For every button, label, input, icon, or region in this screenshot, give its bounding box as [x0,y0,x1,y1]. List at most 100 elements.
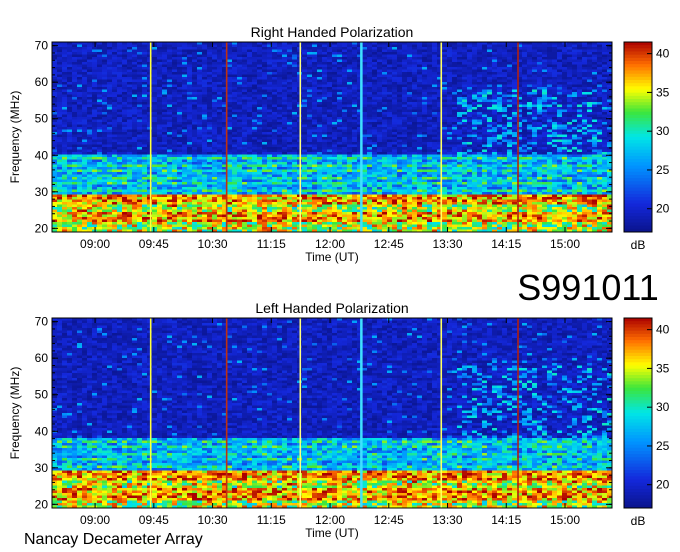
spectrogram-cell [397,89,403,93]
spectrogram-cell [597,72,603,75]
spectrogram-cell [587,102,593,105]
spectrogram-cell [502,94,508,98]
spectrogram-cell [252,142,258,145]
spectrogram-cell [532,127,538,130]
spectrogram-cell [527,82,533,85]
spectrogram-cell [452,49,458,53]
spectrogram-cell [397,149,403,153]
spectrogram-cell [532,62,538,65]
spectrogram-cell [342,89,348,93]
spectrogram-cell [587,67,593,70]
spectrogram-cell [267,79,273,83]
spectrogram-cell [147,84,153,88]
spectrogram-cell [342,64,348,68]
spectrogram-cell [172,142,178,145]
spectrogram-cell [322,102,328,105]
spectrogram-cell [342,142,348,145]
spectrogram-cell [272,109,278,113]
spectrogram-cell [597,114,603,118]
spectrogram-cell [577,67,583,70]
spectrogram-cell [307,89,313,93]
spectrogram-cell [492,84,498,88]
spectrogram-cell [452,144,458,148]
spectrogram-cell [327,152,333,155]
spectrogram-cell [317,49,323,53]
spectrogram-cell [67,49,73,53]
spectrogram-cell [542,72,548,75]
spectrogram-cell [447,94,453,98]
spectrogram-cell [57,114,63,118]
spectrogram-cell [102,97,108,100]
spectrogram-cell [162,112,168,115]
spectrogram-cell [602,62,608,65]
spectrogram-cell [282,49,288,53]
spectrogram-cell [482,84,488,88]
spectrogram-cell [322,94,328,98]
spectrogram-cell [292,137,298,140]
spectrogram-cell [277,117,283,120]
spectrogram-cell [512,89,518,93]
spectrogram-cell [412,104,418,108]
spectrogram-cell [212,139,218,143]
spectrogram-cell [547,64,553,68]
spectrogram-cell [247,97,253,100]
spectrogram-cell [342,129,348,133]
spectrogram-cell [67,94,73,98]
spectrogram-cell [557,109,563,113]
spectrogram-cell [382,129,388,133]
spectrogram-cell [132,114,138,118]
spectrogram-cell [387,59,393,63]
spectrogram-cell [467,127,473,130]
spectrogram-cell [202,142,208,145]
spectrogram-cell [192,92,198,95]
spectrogram-cell [267,92,273,95]
spectrogram-cell [192,87,198,90]
spectrogram-cell [192,144,198,148]
spectrogram-cell [137,49,143,53]
spectrogram-cell [467,89,473,93]
spectrogram-cell [402,49,408,53]
spectrogram-cell [217,79,223,83]
spectrogram-cell [382,57,388,60]
spectrogram-cell [382,139,388,143]
spectrogram-cell [142,144,148,148]
spectrogram-cell [112,127,118,130]
spectrogram-cell [487,129,493,133]
spectrogram-cell [452,132,458,135]
spectrogram-cell [597,149,603,153]
spectrogram-cell [602,149,608,153]
spectrogram-cell [602,139,608,143]
spectrogram-cell [397,129,403,133]
spectrogram-cell [67,69,73,73]
spectrogram-cell [182,94,188,98]
spectrogram-cell [367,149,373,153]
spectrogram-cell [102,109,108,113]
spectrogram-cell [482,67,488,70]
spectrogram-cell [427,134,433,138]
spectrogram-cell [232,99,238,103]
spectrogram-cell [277,147,283,150]
spectrogram-cell [557,49,563,53]
spectrogram-cell [157,102,163,105]
spectrogram-cell [397,99,403,103]
spectrogram-cell [382,117,388,120]
spectrogram-cell [552,134,558,138]
spectrogram-cell [577,119,583,123]
spectrogram-cell [157,114,163,118]
spectrogram-cell [292,104,298,108]
spectrogram-cell [52,69,58,73]
spectrogram-cell [337,72,343,75]
spectrogram-cell [397,74,403,78]
spectrogram-cell [152,54,158,58]
spectrogram-cell [322,77,328,80]
spectrogram-cell [562,119,568,123]
spectrogram-cell [597,79,603,83]
spectrogram-cell [382,112,388,115]
spectrogram-cell [562,67,568,70]
spectrogram-cell [532,142,538,145]
spectrogram-cell [587,129,593,133]
spectrogram-cell [312,114,318,118]
spectrogram-cell [132,59,138,63]
spectrogram-cell [597,142,603,145]
spectrogram-cell [307,129,313,133]
